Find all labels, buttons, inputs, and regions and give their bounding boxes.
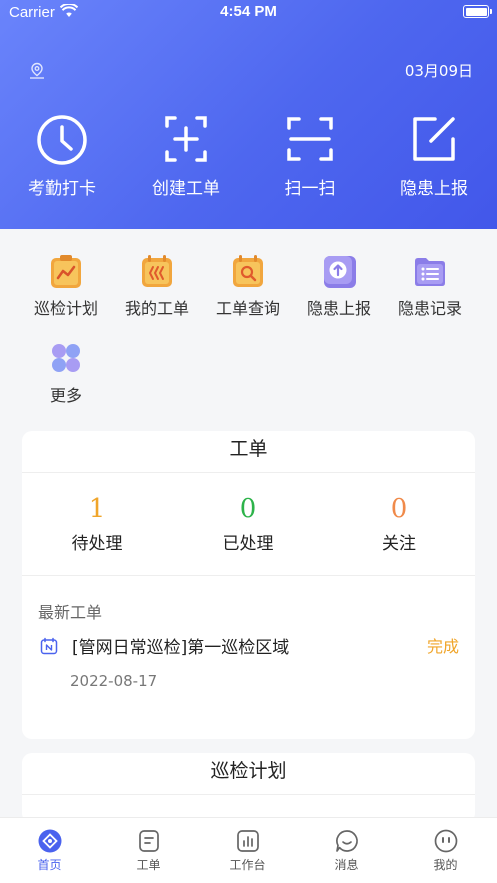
grid-more[interactable]: 更多	[21, 340, 111, 406]
document-icon	[138, 830, 159, 852]
more-icon	[52, 344, 80, 372]
grid-patrol-plan[interactable]: 巡检计划	[21, 253, 111, 319]
tab-home[interactable]: 首页	[0, 828, 99, 873]
calendar-n-icon	[40, 637, 58, 659]
stat-label: 待处理	[71, 534, 123, 554]
bar-chart-icon	[236, 830, 259, 852]
grid-order-query[interactable]: 工单查询	[203, 253, 293, 319]
card-title: 巡检计划	[22, 753, 475, 795]
quick-create-order-button[interactable]: 创建工单	[124, 112, 248, 199]
order-date: 2022-08-17	[70, 672, 158, 690]
date-label: 03月09日	[404, 62, 473, 80]
tab-label: 工单	[136, 858, 161, 872]
grid-label: 我的工单	[124, 299, 189, 318]
stat-value: 0	[239, 494, 257, 524]
patrol-plan-card: 巡检计划	[22, 753, 475, 823]
grid-label: 更多	[49, 386, 82, 405]
grid-hazard-records[interactable]: 隐患记录	[385, 253, 475, 319]
stat-processed[interactable]: 0 已处理	[173, 493, 323, 554]
stat-label: 已处理	[222, 534, 274, 554]
tab-workbench[interactable]: 工作台	[198, 828, 297, 873]
calendar-icon	[142, 255, 172, 287]
work-order-card: 工单 1 待处理 0 已处理 0 关注 最新工单 [管网日常巡检]第一巡检区域 …	[22, 431, 475, 739]
stat-value: 0	[390, 494, 408, 524]
tab-profile[interactable]: 我的	[396, 828, 495, 873]
latest-orders-title: 最新工单	[38, 603, 103, 622]
stat-value: 1	[88, 494, 106, 524]
divider	[22, 575, 475, 576]
card-title: 工单	[22, 431, 475, 473]
tab-label: 消息	[334, 858, 359, 872]
scan-icon	[287, 117, 333, 161]
tab-label: 工作台	[229, 858, 266, 872]
clipboard-chart-icon	[51, 255, 81, 288]
grid-label: 隐患上报	[306, 299, 371, 318]
chat-bubble-icon	[335, 830, 358, 852]
battery-icon	[463, 5, 492, 18]
stat-followed[interactable]: 0 关注	[324, 493, 474, 554]
status-bar: Carrier 4:54 PM	[0, 0, 497, 26]
folder-list-icon	[415, 258, 445, 286]
clock-icon	[37, 115, 87, 165]
quick-label: 考勤打卡	[28, 179, 96, 199]
edit-icon	[413, 117, 455, 161]
grid-my-orders[interactable]: 我的工单	[112, 253, 202, 319]
quick-label: 创建工单	[152, 179, 220, 199]
tab-label: 我的	[433, 858, 458, 872]
search-calendar-icon	[233, 255, 263, 287]
quick-attendance-button[interactable]: 考勤打卡	[0, 112, 124, 199]
grid-label: 隐患记录	[397, 299, 462, 318]
grid-hazard-report[interactable]: 隐患上报	[294, 253, 384, 319]
clock-time: 4:54 PM	[220, 3, 277, 20]
stat-label: 关注	[382, 534, 416, 554]
quick-scan-button[interactable]: 扫一扫	[248, 112, 372, 199]
stat-pending[interactable]: 1 待处理	[22, 493, 172, 554]
home-compass-icon	[38, 829, 61, 853]
tab-bar: 首页 工单 工作台 消息 我的	[0, 817, 497, 883]
header-banner: Carrier 4:54 PM 03月09日 考勤打卡 创建工单 扫一扫 隐患上…	[0, 0, 497, 229]
quick-label: 扫一扫	[284, 179, 336, 199]
grid-label: 巡检计划	[33, 299, 98, 318]
quick-hazard-report-button[interactable]: 隐患上报	[372, 112, 496, 199]
order-status-badge: 完成	[426, 637, 459, 656]
face-icon	[434, 829, 457, 853]
order-title: [管网日常巡检]第一巡检区域	[72, 638, 290, 658]
tab-label: 首页	[37, 858, 62, 872]
tab-orders[interactable]: 工单	[99, 828, 198, 873]
quick-label: 隐患上报	[400, 179, 468, 199]
grid-label: 工单查询	[215, 299, 280, 318]
plus-square-icon	[165, 116, 207, 162]
location-icon[interactable]	[28, 62, 46, 84]
quick-actions: 考勤打卡 创建工单 扫一扫 隐患上报	[0, 112, 497, 202]
tab-messages[interactable]: 消息	[297, 828, 396, 873]
upload-icon	[324, 256, 356, 288]
